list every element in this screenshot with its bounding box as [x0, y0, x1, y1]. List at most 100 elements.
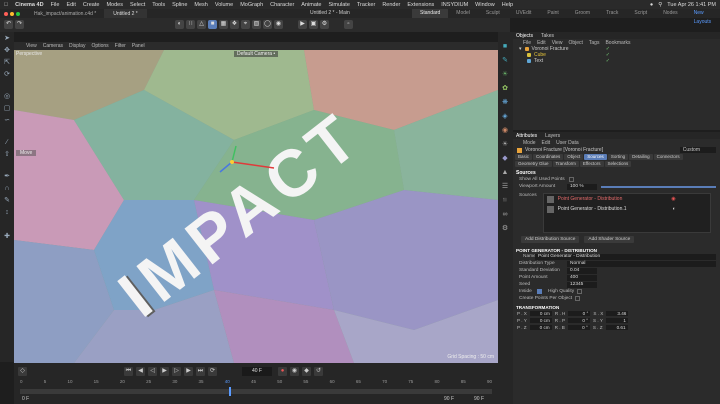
sources-list[interactable]: Point Generator - Distribution ◉ Point G… [542, 193, 711, 233]
pos-y-field[interactable]: 0 cm [529, 318, 552, 323]
deformer-icon[interactable]: ◈ [500, 112, 510, 122]
camera-icon[interactable]: ◉ [500, 126, 510, 136]
menu-item-file[interactable]: File [51, 2, 60, 8]
doc-tab-animation[interactable]: Hak_impact/animation.c4d * [26, 9, 106, 18]
uv-mode-icon[interactable]: ▦ [219, 20, 228, 29]
menu-item-modes[interactable]: Modes [106, 2, 123, 8]
attr-tab-basic[interactable]: Basic [515, 154, 533, 160]
tab-objects[interactable]: Objects [516, 33, 533, 39]
attr-tab-connectors[interactable]: Connectors [653, 154, 683, 160]
object-row-text[interactable]: Text ✓ [513, 58, 720, 64]
layout-groom[interactable]: Groom [567, 9, 598, 18]
objects-menu-edit[interactable]: Edit [537, 40, 546, 46]
menu-item-window[interactable]: Window [475, 2, 495, 8]
attr-menu-userdata[interactable]: User Data [556, 140, 579, 146]
solo-icon[interactable]: ◉ [274, 20, 283, 29]
attr-tab-geometry-glue[interactable]: Geometry Glue [515, 161, 552, 167]
viewport-amount-slider[interactable] [601, 185, 716, 188]
wifi-icon[interactable]: ● [650, 2, 653, 8]
menu-item-tools[interactable]: Tools [152, 2, 165, 8]
lasso-icon[interactable]: ∽ [2, 116, 12, 126]
layout-standard[interactable]: Standard [412, 9, 449, 18]
locking-icon[interactable]: ◯ [263, 20, 272, 29]
apple-icon[interactable]:  [4, 2, 8, 8]
objects-menu-tags[interactable]: Tags [589, 40, 600, 46]
zoom-window-icon[interactable] [16, 11, 20, 16]
scale-x-field[interactable]: 3.46 [606, 311, 629, 316]
keyframe-icon[interactable]: ◇ [18, 367, 27, 376]
search-icon[interactable]: ⚲ [658, 2, 662, 8]
layer-icon[interactable]: ☰ [500, 182, 510, 192]
app-menu[interactable]: Cinema 4D [15, 2, 43, 8]
box-select-icon[interactable]: ▢ [2, 104, 12, 114]
inside-checkbox[interactable] [537, 289, 542, 294]
scale-z-field[interactable]: 0.61 [605, 325, 628, 330]
source-item[interactable]: Point Generator - Distribution.1 ◐ [544, 204, 710, 214]
preset-dropdown[interactable]: Custom [679, 147, 716, 153]
tab-layers[interactable]: Layers [545, 133, 560, 139]
render-picture-viewer-icon[interactable]: ▣ [309, 20, 318, 29]
next-frame-icon[interactable]: ▷ [172, 367, 181, 376]
paint-icon[interactable]: ✎ [2, 196, 12, 206]
motion-icon[interactable]: ↺ [314, 367, 323, 376]
objects-menu-bookmarks[interactable]: Bookmarks [605, 40, 630, 46]
pen-icon[interactable]: ✎ [500, 56, 510, 66]
menu-item-character[interactable]: Character [270, 2, 294, 8]
layout-sculpt[interactable]: Sculpt [478, 9, 508, 18]
objects-menu-object[interactable]: Object [568, 40, 582, 46]
live-select-icon[interactable]: ◎ [2, 92, 12, 102]
high-quality-checkbox[interactable] [577, 289, 583, 294]
light-icon[interactable]: ☀ [500, 70, 510, 80]
mograph-icon[interactable]: ❋ [500, 98, 510, 108]
viewport-amount-field[interactable]: 100 % [567, 183, 597, 190]
viewport-menu-options[interactable]: Options [91, 43, 108, 49]
menu-item-volume[interactable]: Volume [215, 2, 233, 8]
record-icon[interactable]: ● [278, 367, 287, 376]
menu-item-edit[interactable]: Edit [66, 2, 75, 8]
measure-icon[interactable]: ↕ [2, 208, 12, 218]
menu-item-insydium[interactable]: INSYDIUM [441, 2, 468, 8]
viewport-camera-label[interactable]: Default Camera • [234, 51, 279, 57]
knife-icon[interactable]: ∕ [2, 138, 12, 148]
attr-tab-sorting[interactable]: Sorting [607, 154, 629, 160]
timeline-ruler[interactable]: 0 5 10 15 20 25 30 35 40 45 50 55 60 65 … [20, 379, 492, 387]
select-icon[interactable]: ➤ [2, 34, 12, 44]
generator-icon[interactable]: ✿ [500, 84, 510, 94]
std-dev-field[interactable]: 0.04 [567, 267, 597, 274]
brush-icon[interactable]: ✒ [2, 172, 12, 182]
layout-uvedit[interactable]: UVEdit [508, 9, 540, 18]
new-layouts[interactable]: New Layouts [686, 9, 720, 25]
create-points-checkbox[interactable] [575, 296, 581, 301]
go-to-end-icon[interactable]: ⏭ [196, 367, 205, 376]
name-field[interactable]: Point Generator - Distribution [535, 253, 716, 260]
edges-mode-icon[interactable]: △ [197, 20, 206, 29]
attr-tab-coordinates[interactable]: Coordinates [533, 154, 564, 160]
layout-paint[interactable]: Paint [539, 9, 566, 18]
show-all-checkbox[interactable] [568, 177, 574, 182]
viewport-menu-panel[interactable]: Panel [132, 43, 145, 49]
layout-nodes[interactable]: Nodes [655, 9, 685, 18]
menu-item-extensions[interactable]: Extensions [407, 2, 434, 8]
settings-icon[interactable]: ⚙ [500, 224, 510, 234]
menu-item-mesh[interactable]: Mesh [194, 2, 207, 8]
scene-icon[interactable]: ☀ [500, 140, 510, 150]
cube-icon[interactable]: ■ [500, 42, 510, 52]
pos-z-field[interactable]: 0 cm [529, 325, 552, 330]
play-icon[interactable]: ▶ [160, 367, 169, 376]
move-icon[interactable]: ✥ [2, 46, 12, 56]
viewport-menu-cameras[interactable]: Cameras [43, 43, 63, 49]
range-end-field[interactable]: 90 F [444, 396, 454, 402]
key-icon[interactable]: ◆ [302, 367, 311, 376]
autokey-icon[interactable]: ◉ [290, 367, 299, 376]
range-start-field[interactable]: 0 F [22, 396, 29, 402]
model-mode-icon[interactable]: ◐ [175, 20, 184, 29]
menu-item-animate[interactable]: Animate [301, 2, 321, 8]
menu-item-render[interactable]: Render [382, 2, 400, 8]
viewport-menu-filter[interactable]: Filter [115, 43, 126, 49]
doc-tab-untitled[interactable]: Untitled 2 * [105, 9, 147, 18]
render-view-icon[interactable]: ▶ [298, 20, 307, 29]
viewport-menu-display[interactable]: Display [69, 43, 85, 49]
loop-icon[interactable]: ⟳ [208, 367, 217, 376]
render-settings-icon[interactable]: ⚙ [320, 20, 329, 29]
menu-item-simulate[interactable]: Simulate [328, 2, 349, 8]
